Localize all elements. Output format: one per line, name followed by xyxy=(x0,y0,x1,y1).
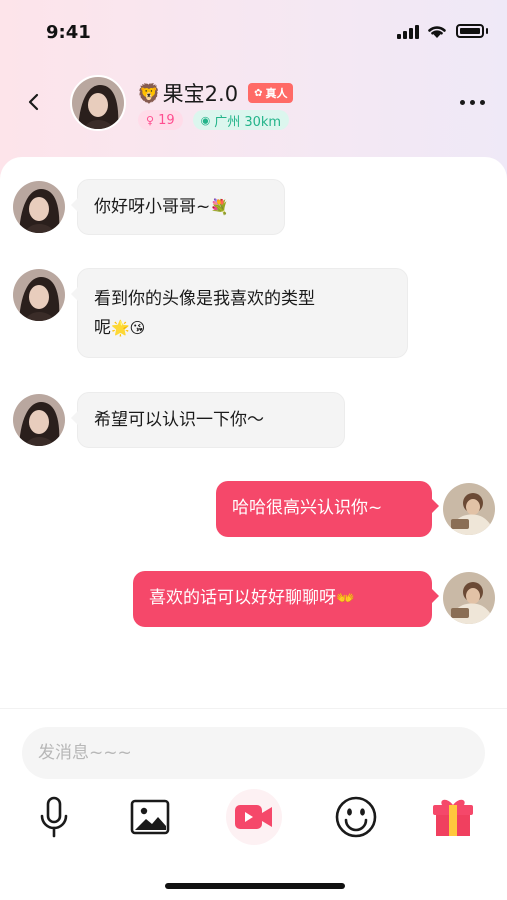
age-tag: ♀ 19 xyxy=(138,110,183,130)
image-button[interactable] xyxy=(127,794,173,840)
wifi-icon xyxy=(428,26,446,38)
status-bar: 9:41 xyxy=(0,0,507,60)
mic-icon xyxy=(40,796,68,838)
battery-cap xyxy=(486,28,488,34)
contact-tags: ♀ 19 ◉ 广州 30km xyxy=(138,110,299,130)
incoming-message-bubble[interactable]: 看到你的头像是我喜欢的类型 呢🌟😘 xyxy=(71,268,408,358)
contact-avatar[interactable] xyxy=(70,75,126,131)
video-call-button[interactable] xyxy=(226,789,282,845)
location-value: 广州 30km xyxy=(214,114,282,130)
battery-icon xyxy=(456,24,484,38)
flower-icon: ✿ xyxy=(254,87,263,99)
message-text: 希望可以认识一下你～ xyxy=(94,410,264,430)
incoming-message-bubble[interactable]: 你好呀小哥哥~💐 xyxy=(71,179,285,235)
chat-screen: 9:41 🦁 果宝2.0 ✿ 真人 ♀ 19 ◉ 广州 30km 你好呀小哥哥~… xyxy=(0,0,507,900)
location-tag: ◉ 广州 30km xyxy=(192,110,290,130)
contact-message-avatar[interactable] xyxy=(13,269,65,321)
voice-button[interactable] xyxy=(31,794,77,840)
video-call-icon xyxy=(235,805,272,829)
bouquet-emoji: 💐 xyxy=(210,198,229,216)
message-input[interactable] xyxy=(22,727,485,779)
image-icon xyxy=(130,799,170,835)
gift-button[interactable] xyxy=(430,794,476,840)
open-hands-emoji: 👐 xyxy=(336,589,355,607)
female-icon: ♀ xyxy=(146,113,155,127)
signal-icon xyxy=(397,25,419,39)
chat-message-list: 你好呀小哥哥~💐 看到你的头像是我喜欢的类型 呢🌟😘 希望可以认识一下你～ 哈哈… xyxy=(0,157,507,717)
contact-name-row: 🦁 果宝2.0 ✿ 真人 xyxy=(137,78,294,108)
emoji-icon xyxy=(335,796,377,838)
verified-label: 真人 xyxy=(265,87,288,100)
message-composer xyxy=(0,708,507,900)
home-indicator xyxy=(165,883,345,889)
more-options-icon[interactable] xyxy=(460,100,490,105)
location-icon: ◉ xyxy=(200,113,211,127)
lion-badge-icon: 🦁 xyxy=(137,82,161,105)
contact-message-avatar[interactable] xyxy=(13,181,65,233)
back-icon[interactable] xyxy=(22,90,46,114)
outgoing-message-bubble[interactable]: 哈哈很高兴认识你~ xyxy=(216,481,439,537)
age-value: 19 xyxy=(158,112,175,128)
message-text-line: 看到你的头像是我喜欢的类型 xyxy=(94,289,315,309)
gift-icon xyxy=(433,799,473,836)
message-text: 哈哈很高兴认识你~ xyxy=(232,498,383,518)
outgoing-message-bubble[interactable]: 喜欢的话可以好好聊聊呀👐 xyxy=(133,571,439,627)
message-text-line: 呢 xyxy=(94,318,111,338)
contact-name: 果宝2.0 xyxy=(162,82,239,106)
user-message-avatar[interactable] xyxy=(443,483,495,535)
status-time: 9:41 xyxy=(46,22,91,43)
contact-message-avatar[interactable] xyxy=(13,394,65,446)
user-message-avatar[interactable] xyxy=(443,572,495,624)
verified-badge: ✿ 真人 xyxy=(248,83,294,103)
message-text: 喜欢的话可以好好聊聊呀 xyxy=(149,588,336,608)
sparkle-kiss-emoji: 🌟😘 xyxy=(111,319,146,337)
message-text: 你好呀小哥哥~ xyxy=(94,197,211,217)
incoming-message-bubble[interactable]: 希望可以认识一下你～ xyxy=(71,392,345,448)
emoji-button[interactable] xyxy=(333,794,379,840)
